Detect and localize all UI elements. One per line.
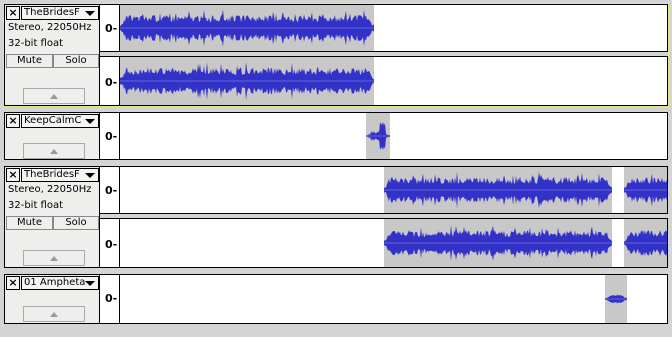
track-name-menu[interactable]: 01 Ampheta: [21, 276, 99, 290]
audio-clip[interactable]: [605, 275, 627, 323]
dropdown-arrow-icon: [85, 173, 95, 178]
waveform-channel-right[interactable]: [119, 218, 668, 268]
track-name-menu[interactable]: KeepCalmC: [21, 114, 99, 128]
audio-clip[interactable]: [624, 167, 667, 213]
track-name-label: TheBridesF: [24, 7, 80, 18]
close-track-button[interactable]: ×: [6, 6, 20, 20]
vertical-ruler: 0-: [100, 112, 119, 160]
track-name-label: KeepCalmC: [24, 115, 82, 126]
collapse-track-button[interactable]: [23, 250, 85, 266]
collapse-arrow-icon: [50, 94, 58, 99]
track-name-label: TheBridesF: [24, 169, 80, 180]
vertical-ruler-right: 0-: [100, 56, 119, 106]
ruler-zero-label: 0-: [105, 238, 118, 251]
ruler-zero-label: 0-: [105, 292, 118, 305]
track-name-menu[interactable]: TheBridesF: [21, 168, 99, 182]
close-track-button[interactable]: ×: [6, 168, 20, 182]
dropdown-arrow-icon: [85, 281, 95, 286]
audio-clip[interactable]: [384, 219, 612, 267]
collapse-arrow-icon: [50, 256, 58, 261]
audio-track-2[interactable]: × KeepCalmC 0-: [4, 112, 668, 160]
waveform: [624, 173, 667, 207]
track-name-menu[interactable]: TheBridesF: [21, 6, 99, 20]
waveform: [624, 230, 667, 256]
close-track-button[interactable]: ×: [6, 276, 20, 290]
track-control-panel: × 01 Ampheta: [4, 274, 100, 324]
collapse-track-button[interactable]: [23, 88, 85, 104]
audio-clip[interactable]: [120, 5, 374, 51]
ruler-zero-label: 0-: [105, 184, 118, 197]
waveform-channel[interactable]: [119, 274, 668, 324]
dropdown-arrow-icon: [85, 11, 95, 16]
waveform-channel-left[interactable]: [119, 166, 668, 214]
dropdown-arrow-icon: [85, 119, 95, 124]
ruler-zero-label: 0-: [105, 76, 118, 89]
audio-track-4[interactable]: × 01 Ampheta 0-: [4, 274, 668, 324]
solo-button[interactable]: Solo: [53, 54, 99, 68]
track-bitdepth-label: 32-bit float: [8, 38, 64, 49]
waveform: [384, 225, 612, 261]
track-format-label: Stereo, 22050Hz: [8, 22, 92, 33]
waveform: [120, 62, 374, 100]
collapse-arrow-icon: [50, 312, 58, 317]
mute-button[interactable]: Mute: [6, 54, 53, 68]
waveform: [120, 9, 374, 47]
audio-track-1[interactable]: × TheBridesF Stereo, 22050Hz 32-bit floa…: [3, 3, 669, 107]
waveform: [605, 294, 627, 304]
audio-track-3[interactable]: × TheBridesF Stereo, 22050Hz 32-bit floa…: [4, 166, 668, 268]
mute-button[interactable]: Mute: [6, 216, 53, 230]
track-control-panel: × TheBridesF Stereo, 22050Hz 32-bit floa…: [4, 166, 100, 268]
vertical-ruler-left: 0-: [100, 4, 119, 52]
audio-clip[interactable]: [366, 113, 390, 159]
ruler-zero-label: 0-: [105, 130, 118, 143]
vertical-ruler-left: 0-: [100, 166, 119, 214]
audio-clip[interactable]: [384, 167, 612, 213]
collapse-track-button[interactable]: [23, 306, 85, 322]
solo-button[interactable]: Solo: [53, 216, 99, 230]
audio-clip[interactable]: [624, 219, 667, 267]
track-control-panel: × TheBridesF Stereo, 22050Hz 32-bit floa…: [4, 4, 100, 106]
track-bitdepth-label: 32-bit float: [8, 200, 64, 211]
vertical-ruler: 0-: [100, 274, 119, 324]
waveform: [366, 121, 390, 151]
waveform: [384, 171, 612, 209]
waveform-channel[interactable]: [119, 112, 668, 160]
track-control-panel: × KeepCalmC: [4, 112, 100, 160]
ruler-zero-label: 0-: [105, 22, 118, 35]
audio-clip[interactable]: [120, 57, 374, 105]
vertical-ruler-right: 0-: [100, 218, 119, 268]
track-name-label: 01 Ampheta: [24, 277, 86, 288]
waveform-channel-left[interactable]: [119, 4, 668, 52]
waveform-channel-right[interactable]: [119, 56, 668, 106]
collapse-arrow-icon: [50, 149, 58, 154]
track-format-label: Stereo, 22050Hz: [8, 184, 92, 195]
close-track-button[interactable]: ×: [6, 114, 20, 128]
collapse-track-button[interactable]: [23, 143, 85, 159]
